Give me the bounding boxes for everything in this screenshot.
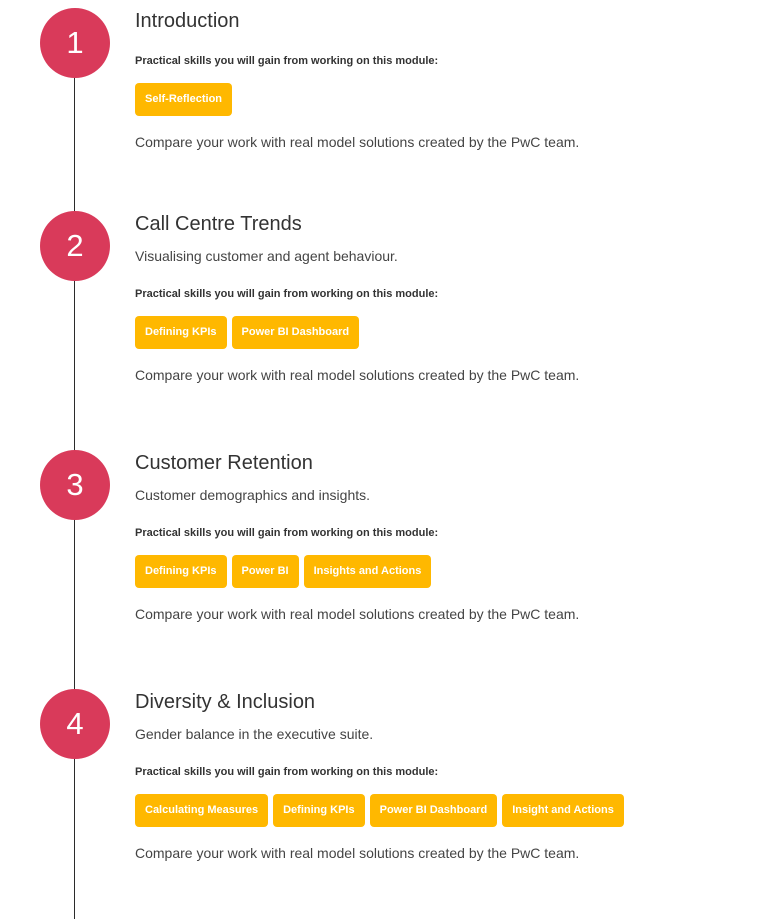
module-subtitle: Gender balance in the executive suite.	[135, 726, 374, 742]
skill-list: Self-Reflection	[135, 83, 755, 116]
compare-solutions-text: Compare your work with real model soluti…	[135, 367, 580, 383]
step-number-circle: 2	[40, 211, 110, 281]
module-content: Introduction Practical skills you will g…	[135, 9, 755, 151]
skill-tag[interactable]: Defining KPIs	[135, 555, 227, 588]
compare-solutions-text: Compare your work with real model soluti…	[135, 845, 580, 861]
skill-list: Defining KPIs Power BI Insights and Acti…	[135, 555, 755, 588]
module-title: Diversity & Inclusion	[135, 691, 316, 713]
module-title: Call Centre Trends	[135, 213, 302, 235]
module-title: Customer Retention	[135, 452, 313, 474]
skill-list: Calculating Measures Defining KPIs Power…	[135, 794, 755, 827]
step-number-circle: 4	[40, 689, 110, 759]
skill-tag[interactable]: Power BI	[231, 555, 299, 588]
compare-solutions-text: Compare your work with real model soluti…	[135, 134, 580, 150]
skill-tag[interactable]: Defining KPIs	[135, 316, 227, 349]
skills-heading: Practical skills you will gain from work…	[135, 288, 439, 300]
skill-tag[interactable]: Self-Reflection	[135, 83, 233, 116]
module-content: Call Centre Trends Visualising customer …	[135, 212, 755, 384]
skills-heading: Practical skills you will gain from work…	[135, 527, 439, 539]
skill-tag[interactable]: Power BI Dashboard	[231, 316, 360, 349]
skill-tag[interactable]: Calculating Measures	[135, 794, 269, 827]
module-title: Introduction	[135, 10, 240, 32]
skill-tag[interactable]: Insights and Actions	[303, 555, 432, 588]
compare-solutions-text: Compare your work with real model soluti…	[135, 606, 580, 622]
step-number-circle: 3	[40, 450, 110, 520]
skills-heading: Practical skills you will gain from work…	[135, 55, 439, 67]
skills-heading: Practical skills you will gain from work…	[135, 766, 439, 778]
skill-tag[interactable]: Insight and Actions	[502, 794, 624, 827]
skill-tag[interactable]: Power BI Dashboard	[369, 794, 498, 827]
module-content: Customer Retention Customer demographics…	[135, 451, 755, 623]
module-subtitle: Visualising customer and agent behaviour…	[135, 248, 398, 264]
module-content: Diversity & Inclusion Gender balance in …	[135, 690, 755, 862]
skill-list: Defining KPIs Power BI Dashboard	[135, 316, 755, 349]
skill-tag[interactable]: Defining KPIs	[273, 794, 365, 827]
step-number-circle: 1	[40, 8, 110, 78]
module-subtitle: Customer demographics and insights.	[135, 487, 371, 503]
